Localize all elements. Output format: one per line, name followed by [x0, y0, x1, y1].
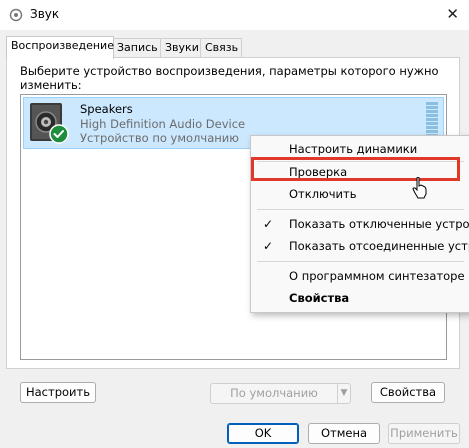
menu-item-show-disconnected[interactable]: ✓ Показать отсоединенные устройства	[251, 235, 469, 257]
instruction-text: Выберите устройство воспроизведения, пар…	[20, 64, 439, 92]
menu-item-label: Показать отключенные устройства	[289, 217, 469, 231]
speaker-icon	[30, 103, 69, 144]
properties-button[interactable]: Свойства	[371, 382, 445, 403]
menu-item-about-midi[interactable]: О программном синтезаторе MIDI	[251, 265, 469, 287]
check-icon: ✓	[263, 239, 274, 253]
device-status: Устройство по умолчанию	[80, 131, 239, 145]
tab-sounds[interactable]: Звуки	[160, 38, 202, 58]
configure-button[interactable]: Настроить	[20, 382, 96, 403]
menu-separator	[257, 209, 464, 210]
tab-recording[interactable]: Запись	[112, 38, 162, 58]
highlight-box	[251, 157, 460, 181]
menu-item-show-disabled[interactable]: ✓ Показать отключенные устройства	[251, 213, 469, 235]
menu-item-label: Свойства	[289, 291, 350, 305]
cancel-button[interactable]: Отмена	[308, 423, 380, 444]
title-bar: Звук ✕	[0, 0, 469, 30]
mouse-pointer-icon	[412, 177, 427, 199]
chevron-down-icon[interactable]: ▼	[337, 383, 351, 404]
device-description: High Definition Audio Device	[80, 117, 246, 131]
window-title: Звук	[30, 7, 60, 21]
menu-item-label: Показать отсоединенные устройства	[289, 239, 469, 253]
menu-item-disable[interactable]: Отключить	[251, 183, 469, 205]
apply-button[interactable]: Применить	[388, 423, 460, 444]
set-default-button[interactable]: По умолчанию	[210, 383, 338, 404]
menu-item-properties[interactable]: Свойства	[251, 287, 469, 309]
device-name: Speakers	[80, 102, 133, 116]
close-icon[interactable]: ✕	[446, 5, 459, 23]
menu-item-label: О программном синтезаторе MIDI	[289, 269, 469, 283]
menu-item-label: Отключить	[289, 187, 357, 201]
tab-communications[interactable]: Связь	[200, 38, 242, 58]
menu-separator	[257, 261, 464, 262]
sound-app-icon	[9, 8, 23, 22]
check-icon: ✓	[263, 217, 274, 231]
tab-playback[interactable]: Воспроизведение	[6, 36, 114, 59]
ok-button[interactable]: OK	[227, 423, 299, 444]
